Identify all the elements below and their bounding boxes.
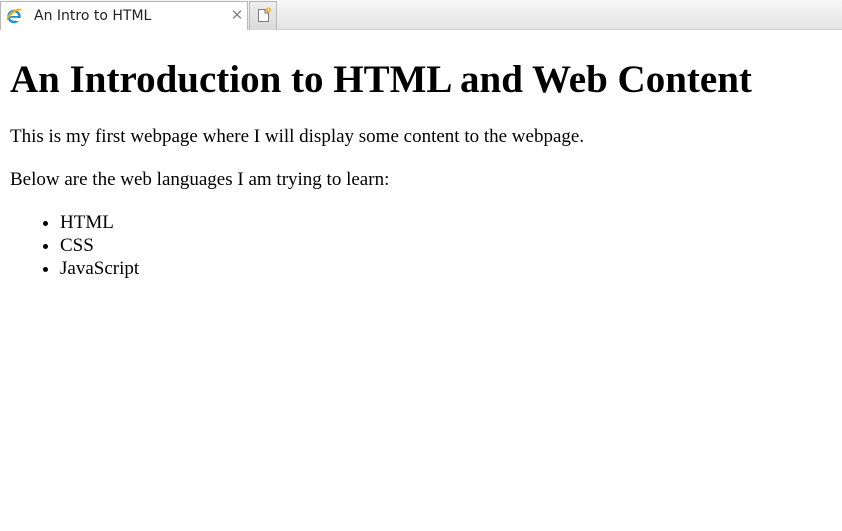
page-content: An Introduction to HTML and Web Content … — [0, 30, 842, 531]
tab-title: An Intro to HTML — [34, 8, 152, 24]
list-intro-paragraph: Below are the web languages I am trying … — [10, 169, 390, 190]
new-tab-icon — [256, 7, 272, 23]
internet-explorer-icon — [6, 8, 22, 24]
list-item-html: HTML — [60, 211, 832, 234]
browser-tab-bar: An Intro to HTML ✕ — [0, 0, 842, 30]
list-item-javascript: JavaScript — [60, 257, 832, 280]
new-tab-button[interactable] — [249, 1, 277, 30]
page-heading: An Introduction to HTML and Web Content — [10, 58, 752, 101]
intro-paragraph: This is my first webpage where I will di… — [10, 126, 585, 147]
close-tab-icon[interactable]: ✕ — [229, 6, 245, 24]
list-item-css: CSS — [60, 234, 832, 257]
browser-tab-active[interactable]: An Intro to HTML ✕ — [0, 1, 248, 30]
languages-list: HTML CSS JavaScript — [10, 211, 832, 280]
